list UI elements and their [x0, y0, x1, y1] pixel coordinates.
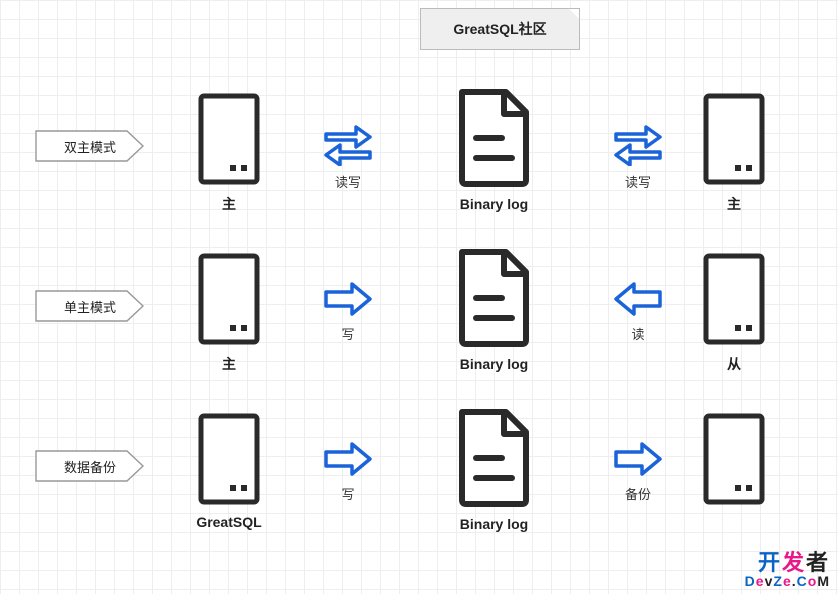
row-label-text: 单主模式 — [64, 297, 116, 316]
server-right: 主 — [700, 90, 768, 214]
header-note: GreatSQL社区 — [420, 8, 580, 50]
server-left: 主 — [195, 250, 263, 374]
row-label-shape: 数据备份 — [35, 450, 145, 482]
bidir-arrow-icon — [320, 120, 376, 166]
row-single-master: 单主模式 主 写 Binary log 读 从 — [0, 240, 838, 400]
server-icon — [195, 250, 263, 348]
wm-text: C — [797, 573, 808, 589]
arrow-left: 读写 — [320, 120, 376, 191]
server-icon — [700, 410, 768, 508]
arrow-right: 读写 — [610, 120, 666, 191]
server-left: 主 — [195, 90, 263, 214]
wm-char: 开 — [758, 550, 782, 575]
server-icon — [195, 410, 263, 508]
server-icon — [195, 90, 263, 188]
binary-log-caption: Binary log — [460, 356, 528, 372]
row-dual-master: 双主模式 主 读写 Binary log 读写 主 — [0, 80, 838, 240]
right-arrow-icon — [320, 440, 376, 478]
right-arrow-icon — [610, 440, 666, 478]
server-right: 从 — [700, 250, 768, 374]
server-icon — [700, 250, 768, 348]
bidir-arrow-icon — [610, 120, 666, 166]
file-icon — [450, 86, 538, 190]
arrow-left: 写 — [320, 440, 376, 503]
server-left: GreatSQL — [195, 410, 263, 530]
wm-text: e — [783, 573, 792, 589]
wm-char: 发 — [782, 550, 806, 575]
wm-char: 者 — [806, 550, 830, 575]
arrow-left-label: 读写 — [335, 172, 361, 191]
row-label-shape: 单主模式 — [35, 290, 145, 322]
server-right — [700, 410, 768, 514]
file-icon — [450, 246, 538, 350]
file-icon — [450, 406, 538, 510]
left-arrow-icon — [610, 280, 666, 318]
arrow-right-label: 读写 — [625, 172, 651, 191]
arrow-right-label: 备份 — [625, 484, 651, 503]
binary-log: Binary log — [450, 246, 538, 372]
server-right-caption: 主 — [727, 194, 741, 214]
binary-log-caption: Binary log — [460, 196, 528, 212]
server-left-caption: 主 — [222, 354, 236, 374]
arrow-left-label: 写 — [341, 324, 354, 343]
row-label-shape: 双主模式 — [35, 130, 145, 162]
server-left-caption: 主 — [222, 194, 236, 214]
row-label-text: 数据备份 — [64, 457, 116, 476]
right-arrow-icon — [320, 280, 376, 318]
wm-text: Z — [773, 573, 783, 589]
arrow-right: 读 — [610, 280, 666, 343]
header-title: GreatSQL社区 — [453, 19, 546, 39]
binary-log-caption: Binary log — [460, 516, 528, 532]
binary-log: Binary log — [450, 406, 538, 532]
binary-log: Binary log — [450, 86, 538, 212]
arrow-right-label: 读 — [631, 324, 644, 343]
row-label-text: 双主模式 — [64, 137, 116, 156]
wm-text: o — [808, 573, 818, 589]
row-backup: 数据备份 GreatSQL 写 Binary log 备份 — [0, 400, 838, 560]
arrow-right: 备份 — [610, 440, 666, 503]
server-icon — [700, 90, 768, 188]
server-left-caption: GreatSQL — [196, 514, 261, 530]
server-right-caption: 从 — [727, 354, 741, 374]
wm-text: M — [817, 573, 830, 589]
wm-text: e — [756, 573, 765, 589]
wm-text: D — [745, 573, 756, 589]
arrow-left: 写 — [320, 280, 376, 343]
watermark: 开发者 DevZe.CoM — [745, 552, 830, 588]
arrow-left-label: 写 — [341, 484, 354, 503]
